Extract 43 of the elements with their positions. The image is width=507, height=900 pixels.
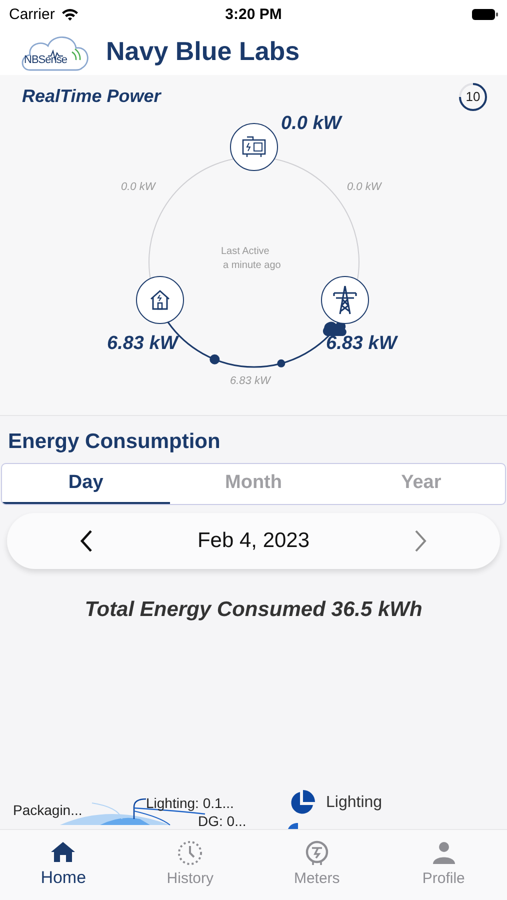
carrier-label: Carrier [9,6,55,22]
date-label: Feb 4, 2023 [197,529,310,553]
meter-icon [304,840,330,866]
app-title: Navy Blue Labs [106,36,300,67]
total-energy: Total Energy Consumed 36.5 kWh [84,598,422,622]
nav-tab[interactable]: Profile [380,830,507,900]
clock-icon [177,840,204,866]
legend-label: Lighting [326,794,382,812]
period-tab[interactable]: Month [170,464,338,504]
power-reading: 6.83 kW [326,333,397,355]
chart-label: Lighting: 0.1... [146,795,234,811]
home-icon [50,840,76,864]
flow-reading: 0.0 kW [347,181,382,193]
house-icon [148,288,172,312]
flow-reading: 0.0 kW [121,181,156,193]
wifi-icon [60,8,79,20]
power-source-node[interactable] [321,276,369,324]
nav-tab[interactable]: Meters [254,830,380,900]
battery-icon [472,8,499,20]
flow-indicator-icon [322,321,346,336]
power-source-node[interactable] [136,276,184,324]
period-tab[interactable]: Day [2,464,170,504]
last-active-label: Last Active [221,246,270,257]
previous-icon[interactable] [79,529,93,553]
next-icon[interactable] [414,529,428,553]
nav-tab[interactable]: History [126,830,254,900]
section-title: Energy Consumption [8,430,222,454]
chart-label: Packagin... [13,802,82,818]
power-source-node[interactable] [230,123,278,171]
power-reading: 6.83 kW [107,333,178,355]
power-reading: 0.0 kW [281,113,342,135]
nav-tab[interactable]: Home [0,830,127,900]
section-title: RealTime Power [22,86,161,107]
status-time: 3:20 PM [225,6,282,22]
transmission-tower-icon [332,285,358,315]
period-tab[interactable]: Year [337,464,505,504]
generator-icon [241,135,267,159]
last-active-time: a minute ago [223,260,281,271]
legend-pie-icon [288,823,298,829]
person-icon [430,840,457,866]
refresh-countdown[interactable]: 10 [457,81,489,113]
flow-reading: 6.83 kW [230,375,270,387]
chart-label: DG: 0... [198,813,246,829]
